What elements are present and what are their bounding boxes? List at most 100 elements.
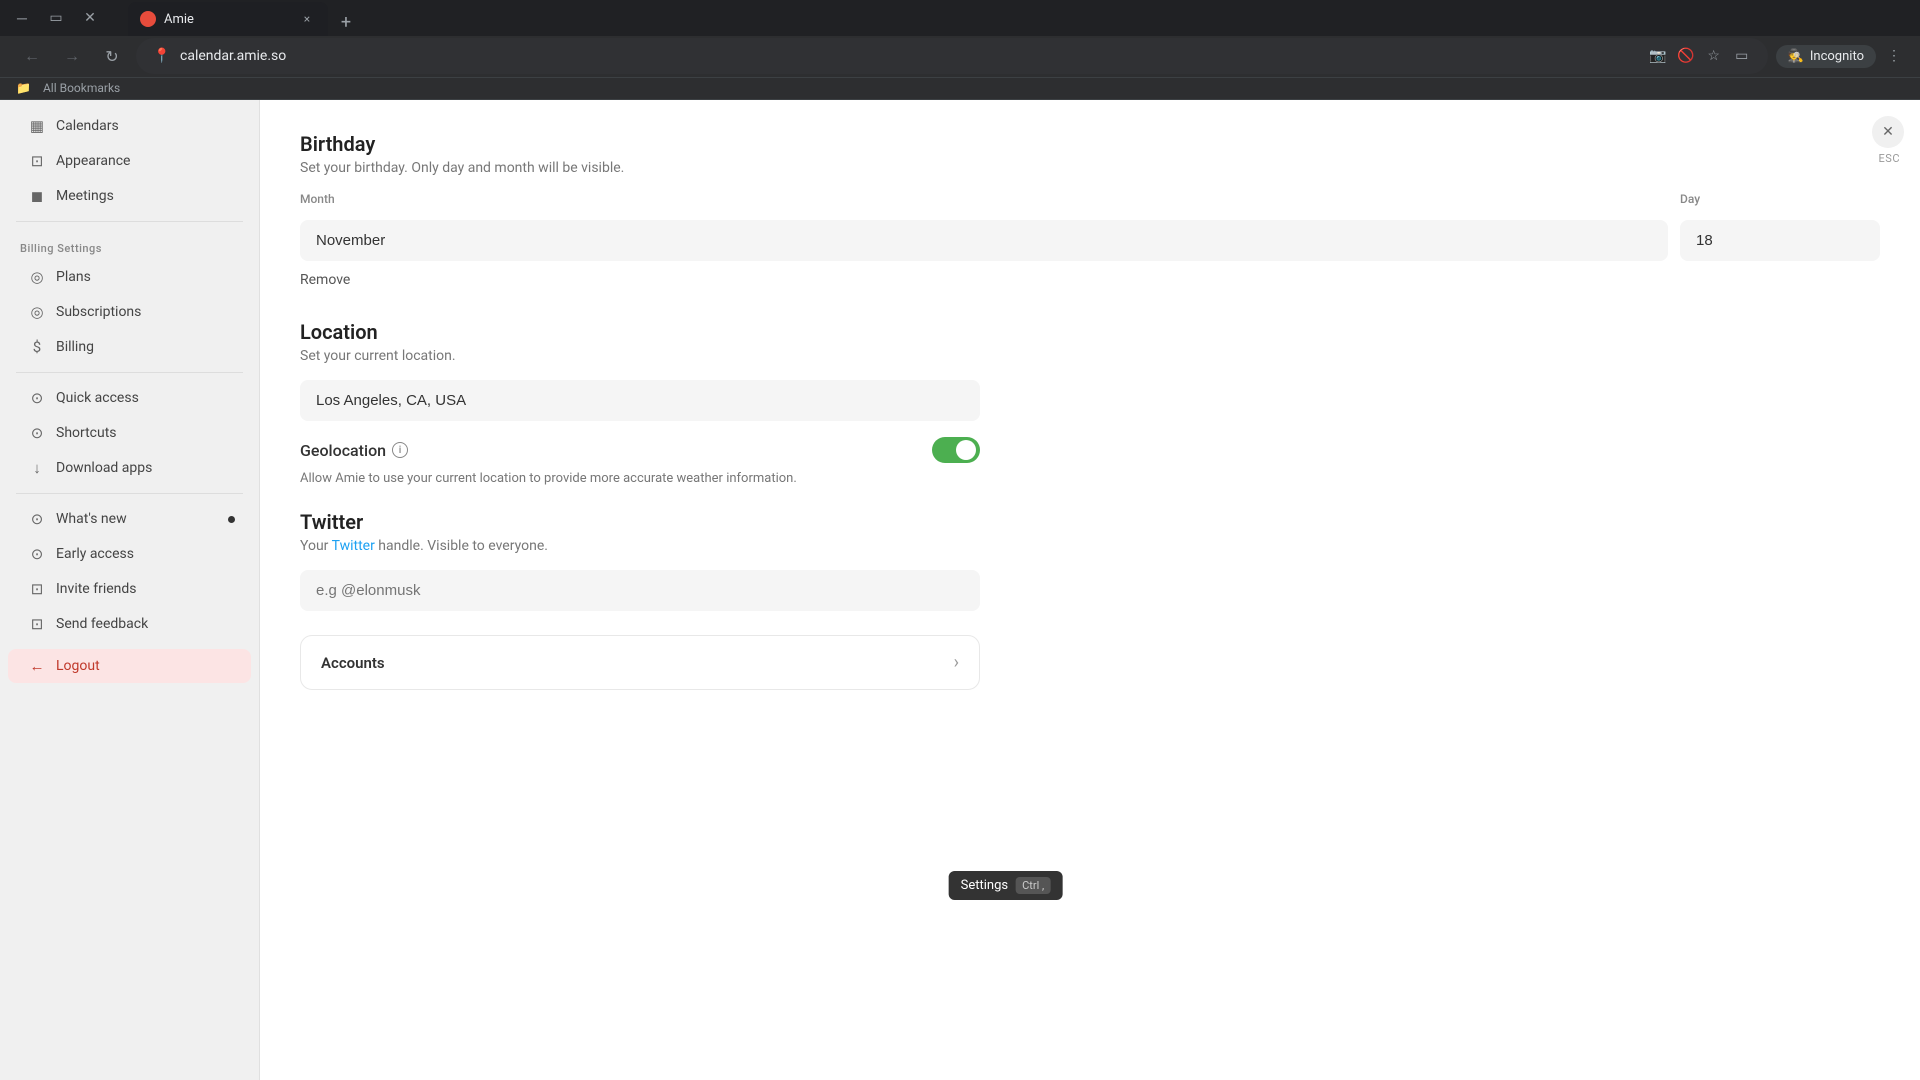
sidebar-item-label: Invite friends [56,581,137,597]
browser-titlebar: ─ ▭ ✕ Amie × + [0,0,1920,36]
tooltip-label: Settings [961,878,1008,893]
location-icon: 📍 [152,46,172,66]
sidebar-item-label: Send feedback [56,616,148,632]
tooltip-shortcut: Ctrl , [1016,877,1050,894]
sidebar-item-label: Logout [56,658,100,674]
info-icon[interactable]: i [392,442,408,458]
subscriptions-icon: ◎ [28,303,46,321]
download-icon: ↓ [28,459,46,477]
calendars-icon: ▦ [28,117,46,135]
day-input[interactable] [1680,220,1880,261]
divider-2 [16,372,243,373]
sidebar-item-download-apps[interactable]: ↓ Download apps [8,451,251,485]
close-button[interactable]: ✕ [1872,116,1904,148]
appearance-icon: ⊡ [28,152,46,170]
month-input[interactable] [300,220,1668,261]
location-section: Location Set your current location. Geol… [300,320,1880,486]
star-icon[interactable]: ☆ [1704,46,1724,66]
sidebar-item-label: Shortcuts [56,425,117,441]
sidebar-item-label: Billing [56,339,94,355]
incognito-icon: 🕵 [1788,49,1804,64]
sidebar-item-label: Download apps [56,460,152,476]
birthday-field-row [300,220,1880,261]
remove-birthday-link[interactable]: Remove [300,272,350,288]
app-container: ▦ Calendars ⊡ Appearance ◼ Meetings Bill… [0,100,1920,1080]
main-content: ✕ ESC Birthday Set your birthday. Only d… [260,100,1920,1080]
sidebar-item-logout[interactable]: ← Logout [8,649,251,683]
active-tab[interactable]: Amie × [128,2,328,36]
sidebar-item-billing[interactable]: $ Billing [8,330,251,364]
twitter-link[interactable]: Twitter [332,538,375,554]
sidebar-item-subscriptions[interactable]: ◎ Subscriptions [8,295,251,329]
sidebar-item-label: Calendars [56,118,119,134]
no-track-icon[interactable]: 🚫 [1676,46,1696,66]
billing-section-header: Billing Settings [0,230,259,259]
close-window-button[interactable]: ✕ [76,4,104,32]
sidebar-item-label: Quick access [56,390,139,406]
tab-title: Amie [164,12,290,27]
location-title: Location [300,320,1880,344]
address-bar[interactable]: 📍 calendar.amie.so 📷 🚫 ☆ ▭ [136,38,1768,74]
camera-icon[interactable]: 📷 [1648,46,1668,66]
divider-1 [16,221,243,222]
birthday-description: Set your birthday. Only day and month wi… [300,160,1880,176]
birthday-title: Birthday [300,132,1880,156]
sidebar-item-label: Meetings [56,188,114,204]
sidebar-item-appearance[interactable]: ⊡ Appearance [8,144,251,178]
url-text: calendar.amie.so [180,48,1640,64]
sidebar-toggle-icon[interactable]: ▭ [1732,46,1752,66]
tab-favicon [140,11,156,27]
geolocation-toggle[interactable] [932,437,980,463]
birthday-section: Birthday Set your birthday. Only day and… [300,132,1880,312]
browser-chrome: ─ ▭ ✕ Amie × + ← → ↻ 📍 calendar.amie.so … [0,0,1920,100]
address-bar-row: ← → ↻ 📍 calendar.amie.so 📷 🚫 ☆ ▭ 🕵 Incog… [0,36,1920,78]
tab-bar: Amie × + [120,0,368,36]
sidebar-item-label: Plans [56,269,91,285]
sidebar-item-label: Early access [56,546,134,562]
profile-button[interactable]: 🕵 Incognito [1776,45,1876,68]
geolocation-description: Allow Amie to use your current location … [300,471,980,486]
maximize-button[interactable]: ▭ [42,4,70,32]
invite-icon: ⊡ [28,580,46,598]
sidebar-item-calendars[interactable]: ▦ Calendars [8,109,251,143]
shortcuts-icon: ⊙ [28,424,46,442]
twitter-description: Your Twitter handle. Visible to everyone… [300,538,1880,554]
sidebar-item-whats-new[interactable]: ⊙ What's new [8,502,251,536]
new-tab-button[interactable]: + [332,8,360,36]
accounts-section[interactable]: Accounts › [300,635,980,690]
chevron-right-icon: › [954,652,959,673]
bookmarks-bar: 📁 All Bookmarks [0,78,1920,100]
minimize-button[interactable]: ─ [8,4,36,32]
location-description: Set your current location. [300,348,1880,364]
day-label: Day [1680,192,1880,206]
geolocation-row: Geolocation i [300,437,980,463]
location-input[interactable] [300,380,980,421]
tab-close-button[interactable]: × [298,10,316,28]
sidebar-item-early-access[interactable]: ⊙ Early access [8,537,251,571]
sidebar-item-quick-access[interactable]: ⊙ Quick access [8,381,251,415]
twitter-input[interactable] [300,570,980,611]
sidebar-item-shortcuts[interactable]: ⊙ Shortcuts [8,416,251,450]
sidebar-item-invite-friends[interactable]: ⊡ Invite friends [8,572,251,606]
accounts-title: Accounts [321,654,385,672]
close-label: ESC [1879,152,1900,165]
notification-dot [228,516,235,523]
extensions-button[interactable]: ⋮ [1884,46,1904,66]
window-controls: ─ ▭ ✕ [8,4,104,32]
forward-button[interactable]: → [56,40,88,72]
back-button[interactable]: ← [16,40,48,72]
sidebar-item-label: Subscriptions [56,304,141,320]
sidebar-item-meetings[interactable]: ◼ Meetings [8,179,251,213]
plans-icon: ◎ [28,268,46,286]
sidebar-item-label: What's new [56,511,127,527]
month-label: Month [300,192,1656,206]
feedback-icon: ⊡ [28,615,46,633]
sidebar-item-plans[interactable]: ◎ Plans [8,260,251,294]
settings-tooltip: Settings Ctrl , [949,871,1063,900]
sidebar-item-send-feedback[interactable]: ⊡ Send feedback [8,607,251,641]
geolocation-label: Geolocation i [300,441,408,460]
profile-label: Incognito [1810,49,1864,64]
reload-button[interactable]: ↻ [96,40,128,72]
bookmarks-label: All Bookmarks [43,81,120,95]
sidebar-item-label: Appearance [56,153,130,169]
